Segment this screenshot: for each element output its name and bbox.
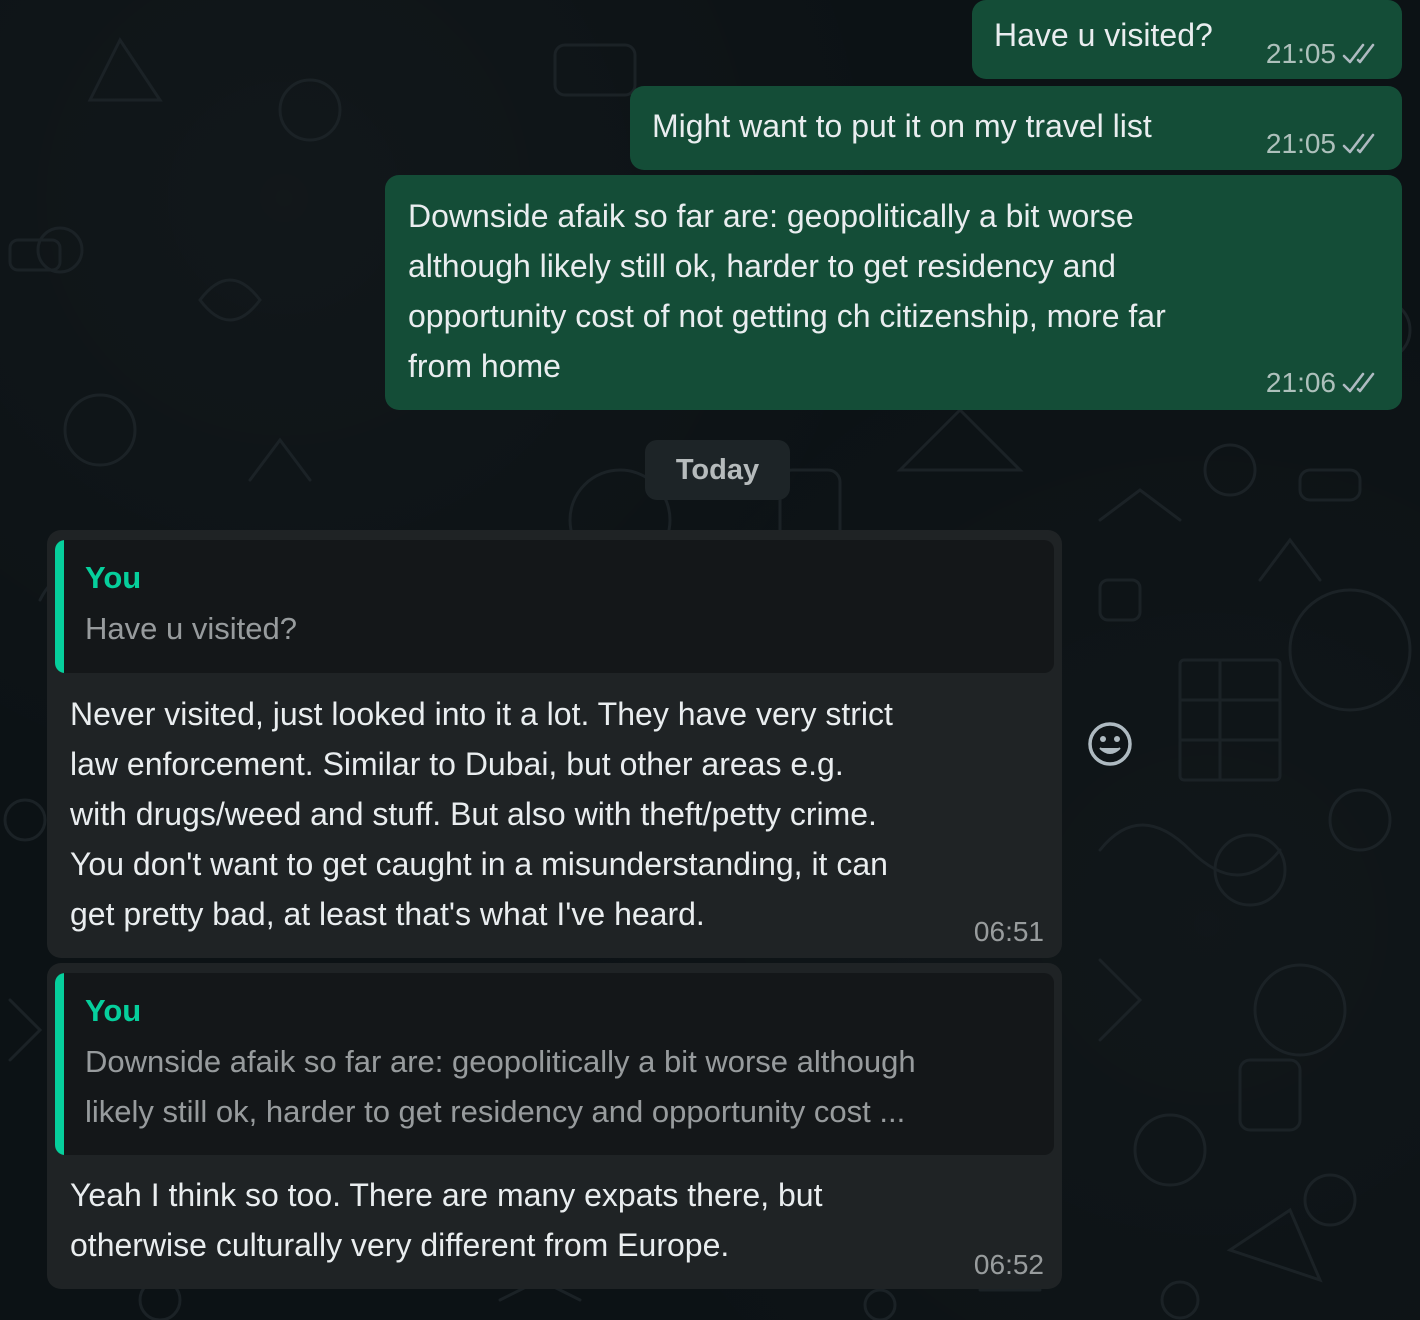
chat-pane: Have u visited? 21:05 Might want to put … [0, 0, 1420, 1320]
incoming-message[interactable]: You Have u visited? Never visited, just … [47, 530, 1062, 958]
quote-accent-bar [55, 973, 64, 1155]
outgoing-message[interactable]: Downside afaik so far are: geopoliticall… [385, 175, 1402, 410]
message-text: Have u visited? [994, 17, 1213, 53]
quote-accent-bar [55, 540, 64, 673]
quoted-message[interactable]: You Have u visited? [55, 540, 1054, 673]
outgoing-message[interactable]: Have u visited? 21:05 [972, 0, 1402, 79]
message-meta: 21:05 [1266, 40, 1384, 68]
message-text: Yeah I think so too. There are many expa… [70, 1177, 823, 1263]
message-time: 06:52 [973, 1249, 1044, 1280]
message-text: Downside afaik so far are: geopoliticall… [408, 198, 1166, 384]
message-text: Never visited, just looked into it a lot… [70, 696, 893, 932]
message-time: 21:05 [1265, 128, 1336, 159]
double-check-icon [1342, 43, 1375, 64]
smiley-icon[interactable] [1084, 718, 1136, 770]
message-text: Might want to put it on my travel list [652, 108, 1152, 144]
quoted-message[interactable]: You Downside afaik so far are: geopoliti… [55, 973, 1054, 1155]
double-check-icon [1342, 133, 1375, 154]
quote-text: Downside afaik so far are: geopoliticall… [85, 1044, 916, 1129]
message-meta: 21:06 [1266, 369, 1384, 397]
outgoing-message[interactable]: Might want to put it on my travel list 2… [630, 86, 1402, 170]
message-time: 06:51 [973, 916, 1044, 947]
day-separator: Today [645, 440, 790, 500]
quote-author: You [85, 560, 142, 595]
double-check-icon [1342, 372, 1375, 393]
incoming-message[interactable]: You Downside afaik so far are: geopoliti… [47, 963, 1062, 1289]
message-time: 21:06 [1265, 367, 1336, 398]
quote-text: Have u visited? [85, 611, 297, 646]
message-meta: 21:05 [1266, 130, 1384, 158]
quote-author: You [85, 993, 142, 1028]
message-time: 21:05 [1265, 38, 1336, 69]
message-meta: 06:51 [974, 918, 1044, 946]
message-meta: 06:52 [974, 1251, 1044, 1279]
